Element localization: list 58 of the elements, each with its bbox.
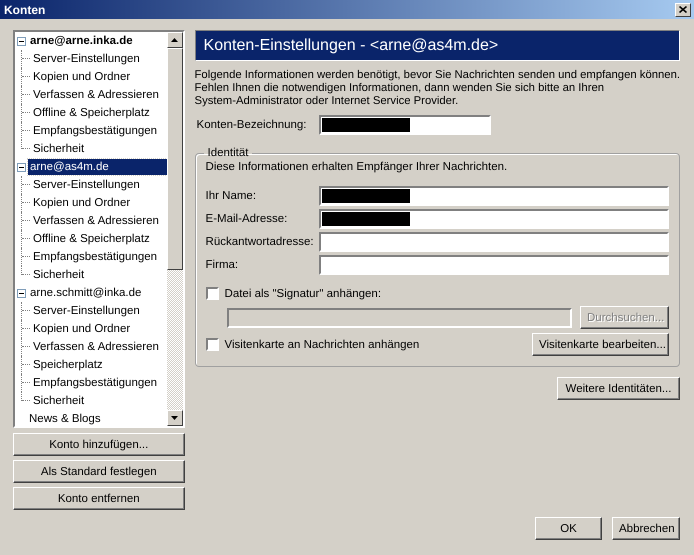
input-field[interactable] <box>318 208 669 228</box>
close-button[interactable] <box>675 2 691 16</box>
down-arrow-icon <box>171 416 178 420</box>
settings-item[interactable]: Empfangsbestätigungen <box>31 375 160 391</box>
window-title: Konten <box>4 2 46 16</box>
settings-item[interactable]: Kopien und Ordner <box>31 195 132 211</box>
input-field[interactable] <box>318 186 669 206</box>
group-legend: Identität <box>204 147 252 159</box>
checkbox-label: Datei als "Signatur" anhängen: <box>224 288 382 300</box>
account-button[interactable]: Konto entfernen <box>13 487 185 510</box>
settings-item[interactable]: Empfangsbestätigungen <box>31 249 160 265</box>
scrollbar-thumb[interactable] <box>166 48 183 270</box>
checkbox-label: Visitenkarte an Nachrichten anhängen <box>224 338 420 350</box>
settings-item[interactable]: Offline & Speicherplatz <box>31 105 152 121</box>
field-label: Firma: <box>206 258 240 270</box>
checkbox[interactable] <box>206 338 219 351</box>
settings-item[interactable]: Sicherheit <box>31 141 86 157</box>
scrollbar[interactable] <box>166 32 183 426</box>
settings-item[interactable]: Offline & Speicherplatz <box>31 231 152 247</box>
account-name-field[interactable] <box>318 115 490 135</box>
settings-item[interactable]: Kopien und Ordner <box>31 321 132 337</box>
settings-item[interactable]: Verfassen & Adressieren <box>31 339 161 355</box>
field-label: Ihr Name: <box>206 190 258 202</box>
field-label: E-Mail-Adresse: <box>206 212 288 224</box>
collapse-icon[interactable] <box>17 36 26 46</box>
settings-item[interactable]: Server-Einstellungen <box>31 303 142 319</box>
settings-item[interactable]: Empfangsbestätigungen <box>31 123 160 139</box>
settings-item[interactable]: Sicherheit <box>31 393 86 409</box>
settings-item[interactable]: Sicherheit <box>31 267 86 283</box>
collapse-icon[interactable] <box>17 288 26 298</box>
more-identities-button[interactable]: Weitere Identitäten... <box>557 377 680 400</box>
account-item[interactable]: arne@as4m.de <box>28 159 167 175</box>
settings-item[interactable]: Kopien und Ordner <box>31 69 132 85</box>
field-label: Konten-Bezeichnung: <box>196 119 306 131</box>
settings-item[interactable]: Verfassen & Adressieren <box>31 213 161 229</box>
input-field[interactable] <box>318 254 669 274</box>
scroll-up-button[interactable] <box>166 32 183 48</box>
panel-header: Konten-Einstellungen - <arne@as4m.de> <box>194 30 680 61</box>
hint-text: Diese Informationen erhalten Empfänger Ihrer Nachrichten. <box>206 161 508 173</box>
account-item[interactable]: News & Blogs <box>27 411 103 426</box>
account-button[interactable]: Konto hinzufügen... <box>13 433 185 456</box>
account-item[interactable]: arne@arne.inka.de <box>28 33 135 49</box>
description-text: Folgende Informationen werden benötigt, bevor Sie Nachrichten senden und empfangen können. Fehlen Ihnen die notwendigen Informationen, dann wenden Sie sich bitte an Ihren System-Administrator oder Internet Service Provider. <box>194 69 680 108</box>
dialog-button[interactable]: Abbrechen <box>612 517 680 540</box>
scroll-down-button[interactable] <box>166 410 183 426</box>
account-button[interactable]: Als Standard festlegen <box>13 460 185 483</box>
settings-item[interactable]: Server-Einstellungen <box>31 51 142 67</box>
settings-item[interactable]: Server-Einstellungen <box>31 177 142 193</box>
collapse-icon[interactable] <box>17 162 26 172</box>
settings-item[interactable]: Speicherplatz <box>31 357 105 373</box>
settings-item[interactable]: Verfassen & Adressieren <box>31 87 161 103</box>
close-icon <box>679 6 687 13</box>
input-field[interactable] <box>318 232 669 252</box>
dialog-button[interactable]: OK <box>535 517 602 540</box>
edit-vcard-button[interactable]: Visitenkarte bearbeiten... <box>532 333 669 356</box>
account-item[interactable]: arne.schmitt@inka.de <box>28 285 144 301</box>
field-label: Rückantwortadresse: <box>206 236 315 248</box>
up-arrow-icon <box>171 38 178 42</box>
